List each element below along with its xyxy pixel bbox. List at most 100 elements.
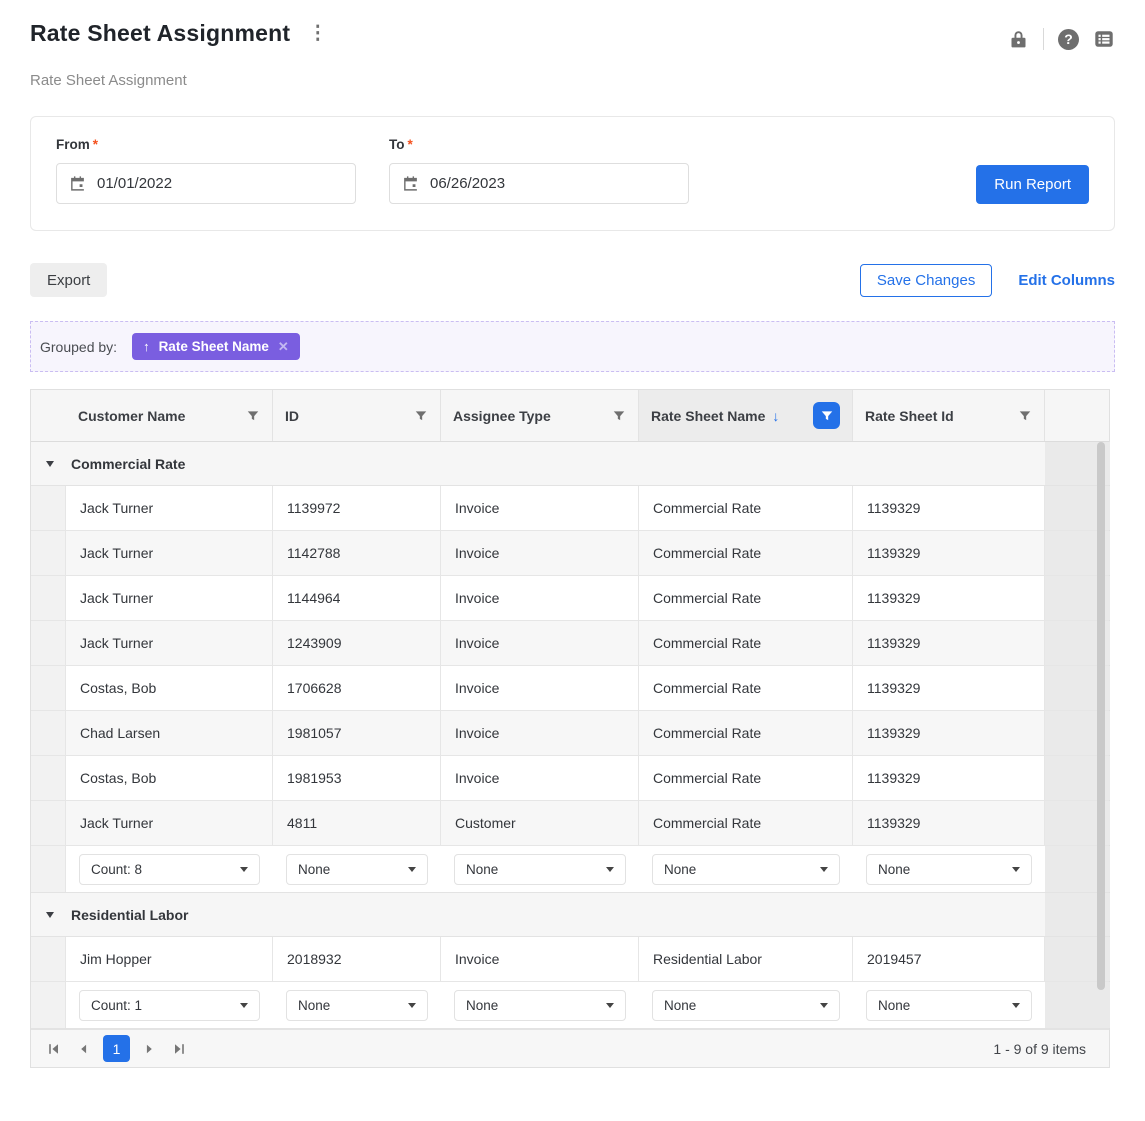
- collapse-group-icon[interactable]: [46, 911, 54, 918]
- table-row[interactable]: Jack Turner 4811 Customer Commercial Rate 11…: [31, 801, 1110, 846]
- edit-columns-link[interactable]: Edit Columns: [1018, 272, 1115, 289]
- from-date-input[interactable]: 01/01/2022: [56, 163, 356, 204]
- help-icon[interactable]: ?: [1058, 28, 1079, 50]
- aggregate-dropdown[interactable]: None: [652, 853, 840, 885]
- aggregate-dropdown[interactable]: None: [652, 989, 840, 1021]
- aggregate-row: Count: 1 None None None None: [31, 982, 1110, 1029]
- run-report-button[interactable]: Run Report: [976, 165, 1089, 204]
- table-row[interactable]: Jack Turner 1142788 Invoice Commercial Rate…: [31, 531, 1110, 576]
- column-header-id[interactable]: ID: [273, 390, 441, 441]
- cell-rate-sheet-name: Commercial Rate: [639, 486, 853, 530]
- cell-id: 1144964: [273, 576, 441, 620]
- group-header-commercial-rate[interactable]: Commercial Rate: [31, 442, 1045, 485]
- vertical-scrollbar-thumb[interactable]: [1097, 442, 1105, 990]
- aggregate-dropdown-value: None: [298, 997, 331, 1013]
- cell-assignee-type: Invoice: [441, 756, 639, 800]
- chevron-down-icon: [606, 1002, 614, 1008]
- cell-rate-sheet-name: Commercial Rate: [639, 576, 853, 620]
- kebab-menu-icon[interactable]: ⋮: [304, 22, 331, 45]
- cell-customer-name: Jack Turner: [66, 621, 273, 665]
- export-button[interactable]: Export: [30, 263, 108, 297]
- aggregate-cell-rate-sheet-id: None: [853, 846, 1045, 892]
- filter-icon[interactable]: [1018, 409, 1032, 423]
- aggregate-dropdown[interactable]: None: [866, 853, 1032, 885]
- chevron-down-icon: [1012, 1002, 1020, 1008]
- actions-row: Export Save Changes Edit Columns: [30, 263, 1115, 297]
- cell-id: 2018932: [273, 937, 441, 981]
- collapse-group-icon[interactable]: [46, 460, 54, 467]
- row-indent-cell: [31, 982, 66, 1028]
- column-header-label: Assignee Type: [453, 407, 551, 424]
- chip-remove-icon[interactable]: ✕: [278, 339, 289, 355]
- filter-icon[interactable]: [612, 409, 626, 423]
- last-page-button[interactable]: [166, 1036, 192, 1062]
- group-by-label: Grouped by:: [40, 338, 118, 355]
- to-date-input[interactable]: 06/26/2023: [389, 163, 689, 204]
- group-chip-rate-sheet-name[interactable]: ↑ Rate Sheet Name ✕: [132, 333, 300, 360]
- cell-id: 1243909: [273, 621, 441, 665]
- header-divider: [1043, 28, 1044, 50]
- table-row[interactable]: Costas, Bob 1981953 Invoice Commercial Rate…: [31, 756, 1110, 801]
- page-title: Rate Sheet Assignment: [30, 20, 291, 46]
- table-row[interactable]: Costas, Bob 1706628 Invoice Commercial Rate…: [31, 666, 1110, 711]
- grid-header: Customer Name ID Assignee Type Rate Sheet N…: [31, 390, 1109, 442]
- cell-id: 4811: [273, 801, 441, 845]
- previous-page-button[interactable]: [71, 1036, 97, 1062]
- group-by-bar: Grouped by: ↑ Rate Sheet Name ✕: [30, 321, 1115, 372]
- aggregate-dropdown[interactable]: None: [286, 989, 428, 1021]
- cell-assignee-type: Invoice: [441, 486, 639, 530]
- table-row[interactable]: Chad Larsen 1981057 Invoice Commercial Rate…: [31, 711, 1110, 756]
- aggregate-dropdown[interactable]: None: [454, 989, 626, 1021]
- to-label: To *: [389, 137, 413, 152]
- group-chip-label: Rate Sheet Name: [158, 339, 269, 354]
- aggregate-dropdown-value: Count: 8: [91, 861, 143, 877]
- group-header-residential-labor[interactable]: Residential Labor: [31, 893, 1045, 936]
- cell-id: 1706628: [273, 666, 441, 710]
- aggregate-cell-assignee-type: None: [441, 982, 639, 1028]
- cell-customer-name: Jack Turner: [66, 531, 273, 575]
- table-row[interactable]: Jack Turner 1144964 Invoice Commercial Rate…: [31, 576, 1110, 621]
- table-row[interactable]: Jack Turner 1243909 Invoice Commercial Rate…: [31, 621, 1110, 666]
- aggregate-cell-customer-name: Count: 1: [66, 982, 273, 1028]
- current-page-button[interactable]: 1: [103, 1035, 130, 1062]
- filter-active-button[interactable]: [813, 402, 840, 429]
- column-header-customer-name[interactable]: Customer Name: [66, 390, 273, 441]
- cell-id: 1142788: [273, 531, 441, 575]
- save-changes-button[interactable]: Save Changes: [859, 263, 993, 297]
- aggregate-dropdown[interactable]: None: [286, 853, 428, 885]
- cell-rate-sheet-name: Commercial Rate: [639, 621, 853, 665]
- next-page-button[interactable]: [136, 1036, 162, 1062]
- cell-id: 1981953: [273, 756, 441, 800]
- column-header-rate-sheet-id[interactable]: Rate Sheet Id: [853, 390, 1045, 441]
- from-date-value: 01/01/2022: [97, 175, 173, 192]
- required-asterisk: *: [92, 137, 99, 152]
- cell-customer-name: Costas, Bob: [66, 666, 273, 710]
- table-row[interactable]: Jim Hopper 2018932 Invoice Residential Labo…: [31, 937, 1110, 982]
- list-menu-icon[interactable]: [1093, 28, 1115, 50]
- aggregate-dropdown[interactable]: Count: 1: [79, 989, 260, 1021]
- sort-ascending-icon[interactable]: ↑: [143, 339, 150, 354]
- aggregate-dropdown[interactable]: None: [866, 989, 1032, 1021]
- aggregate-dropdown-value: Count: 1: [91, 997, 143, 1013]
- row-indent-cell: [31, 711, 66, 755]
- aggregate-dropdown[interactable]: None: [454, 853, 626, 885]
- filter-icon[interactable]: [414, 409, 428, 423]
- group-title: Residential Labor: [71, 906, 189, 923]
- column-header-assignee-type[interactable]: Assignee Type: [441, 390, 639, 441]
- aggregate-dropdown-value: None: [664, 861, 697, 877]
- aggregate-dropdown[interactable]: Count: 8: [79, 853, 260, 885]
- first-page-button[interactable]: [41, 1036, 67, 1062]
- lock-icon[interactable]: [1008, 29, 1029, 50]
- chevron-down-icon: [820, 1002, 828, 1008]
- column-header-label: Customer Name: [78, 407, 186, 424]
- filter-icon[interactable]: [246, 409, 260, 423]
- table-row[interactable]: Jack Turner 1139972 Invoice Commercial Rate…: [31, 486, 1110, 531]
- cell-id: 1139972: [273, 486, 441, 530]
- aggregate-cell-rate-sheet-name: None: [639, 846, 853, 892]
- aggregate-cell-id: None: [273, 846, 441, 892]
- row-indent-cell: [31, 531, 66, 575]
- group-header-row: Residential Labor: [31, 893, 1110, 937]
- column-header-rate-sheet-name[interactable]: Rate Sheet Name ↓: [639, 390, 853, 441]
- cell-rate-sheet-id: 1139329: [853, 756, 1045, 800]
- row-indent-cell: [31, 756, 66, 800]
